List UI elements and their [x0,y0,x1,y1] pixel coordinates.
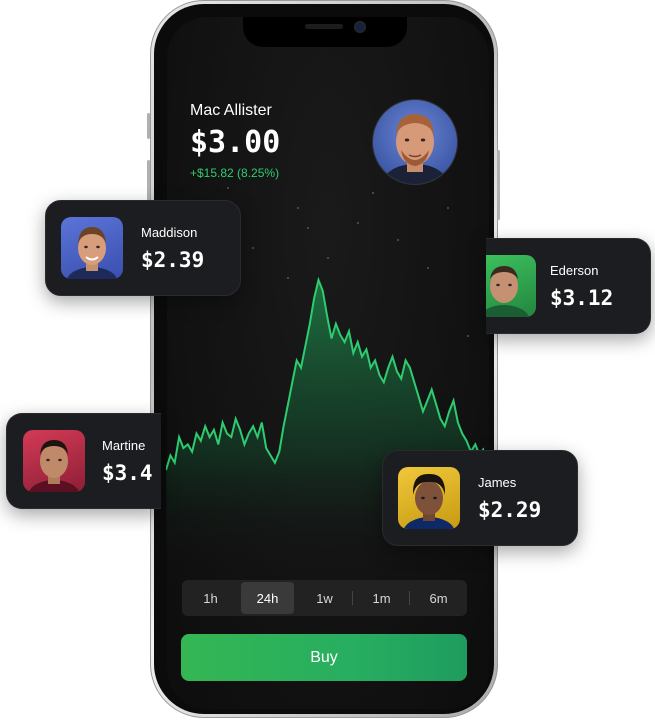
phone-side-button [147,113,150,139]
card-player-name: Maddison [141,225,198,240]
buy-button[interactable]: Buy [181,634,467,681]
face-icon [381,114,449,184]
player-avatar-icon [23,430,85,492]
player-card-maddison[interactable]: Maddison $2.39 [45,200,241,296]
player-avatar-icon [398,467,460,529]
card-player-price: $3.12 [550,286,614,310]
card-player-price: $2.39 [141,248,205,272]
face-icon [486,266,530,317]
period-tab-1m[interactable]: 1m [352,582,408,614]
face-icon [28,440,80,492]
face-icon [403,473,455,529]
face-icon [66,227,118,279]
period-tab-1h[interactable]: 1h [184,582,237,614]
price-change: +$15.82 (8.25%) [190,166,280,180]
player-card-martinelli[interactable]: Martine $3.4 [6,413,161,509]
player-avatar-icon [486,255,536,317]
phone-side-button [497,150,500,220]
app-stage: Mac Allister $3.00 +$15.82 (8.25%) 1h 24… [0,0,655,722]
player-price: $3.00 [190,125,281,160]
period-tab-6m[interactable]: 6m [409,582,465,614]
player-card-james[interactable]: James $2.29 [382,450,578,546]
card-player-price: $2.29 [478,498,542,522]
period-selector: 1h 24h 1w 1m 6m [182,580,467,616]
camera-icon [354,21,366,33]
card-player-name: Ederson [550,263,599,278]
period-tab-24h[interactable]: 24h [241,582,294,614]
player-name: Mac Allister [190,102,272,119]
player-avatar-icon [61,217,123,279]
player-card-ederson[interactable]: Ederson $3.12 [486,238,651,334]
phone-notch [243,17,407,47]
card-player-name: James [478,475,517,490]
period-tab-1w[interactable]: 1w [298,582,351,614]
player-avatar-icon [372,99,458,185]
card-player-price: $3.4 [102,461,153,485]
speaker-icon [305,24,343,29]
card-player-name: Martine [102,438,146,453]
